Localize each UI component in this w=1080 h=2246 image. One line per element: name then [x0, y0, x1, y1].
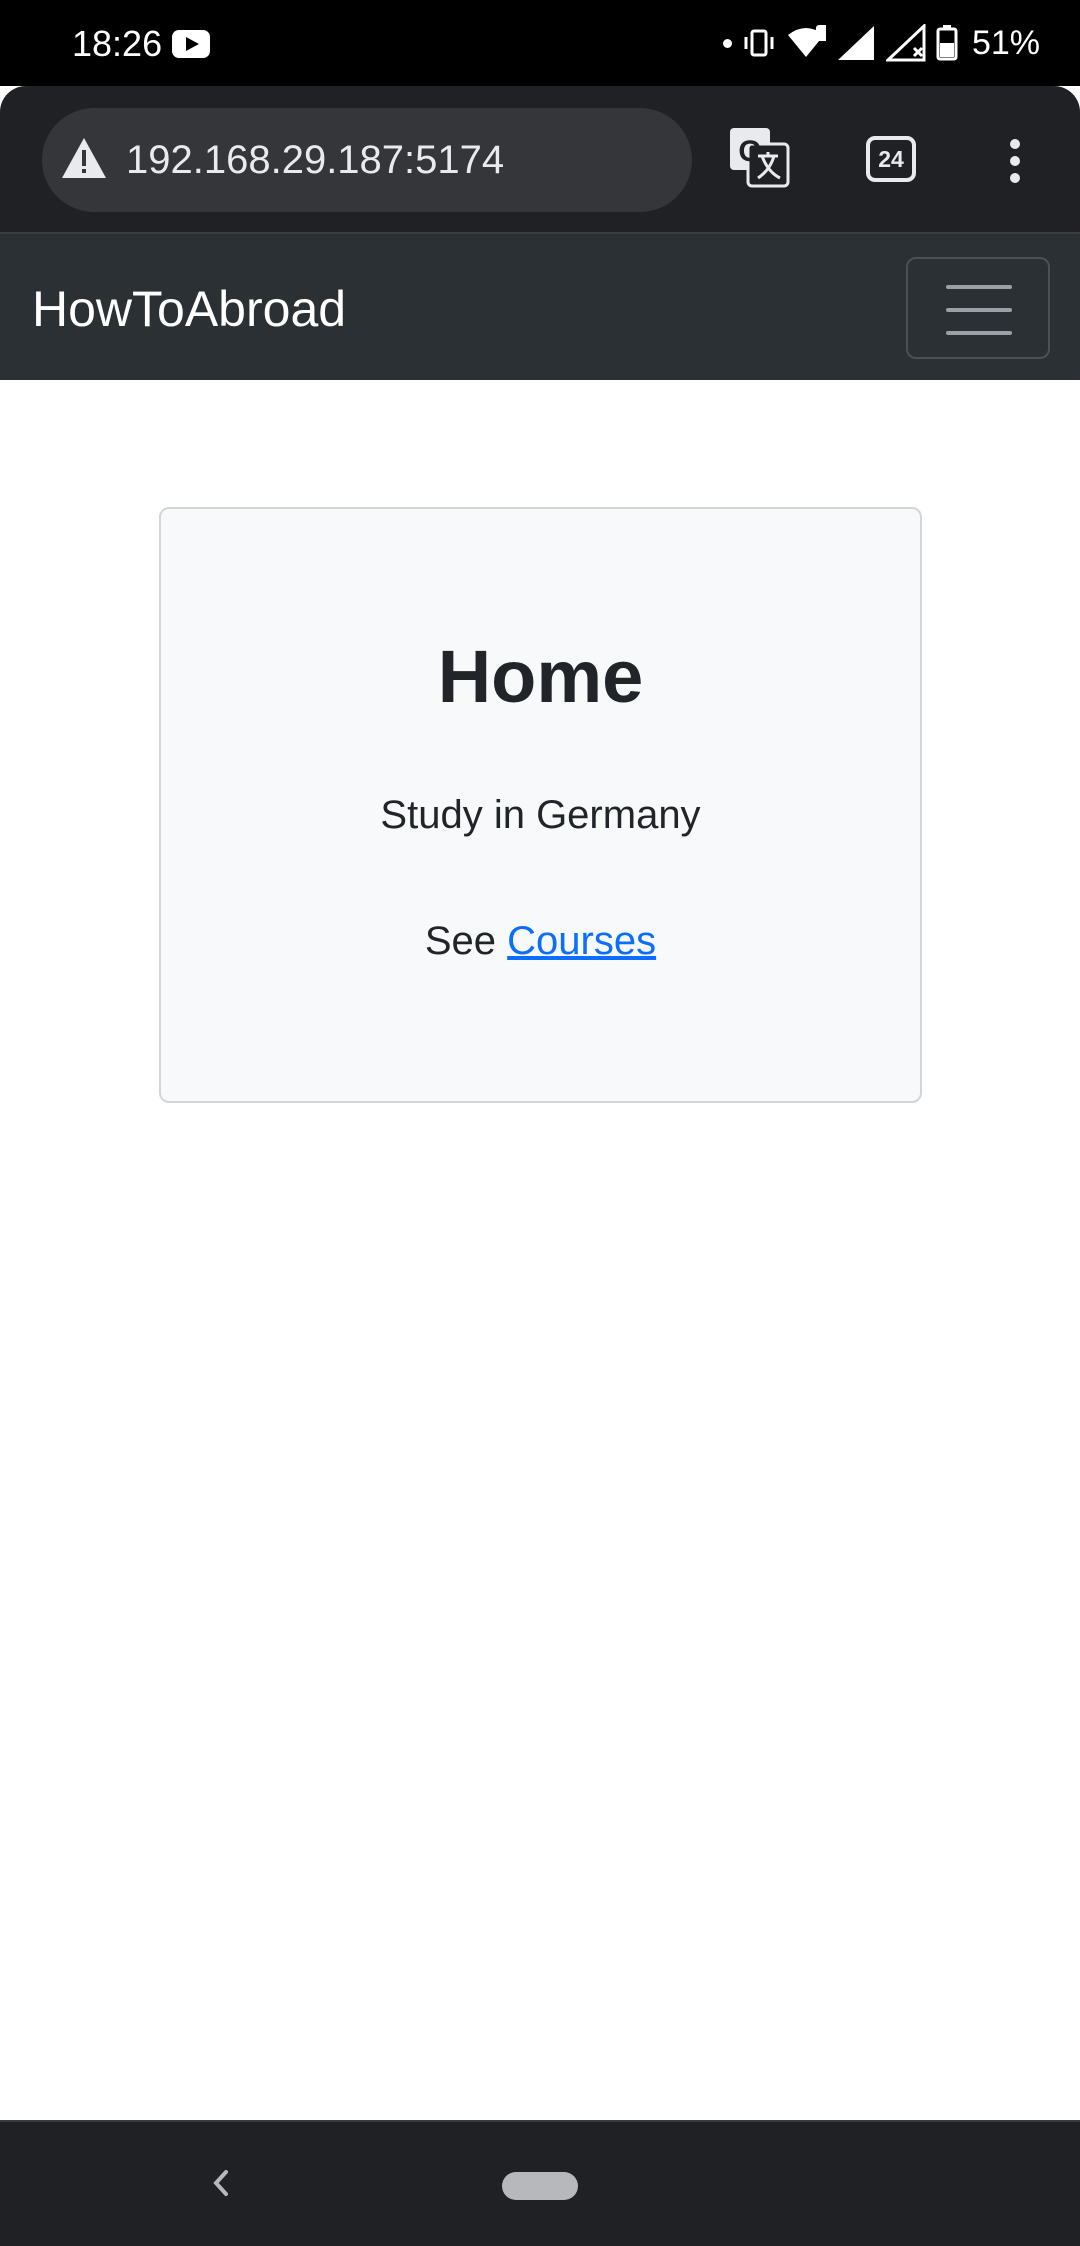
status-bar: 18:26 51% [0, 0, 1080, 86]
status-icons: 51% [722, 20, 1040, 66]
svg-text:G: G [738, 135, 761, 168]
signal-2-icon [885, 24, 926, 62]
page-subtitle: Study in Germany [380, 793, 701, 837]
home-card: Home Study in Germany See Courses [159, 507, 922, 1103]
signal-icon [837, 26, 874, 60]
courses-line: See Courses [161, 917, 920, 965]
address-bar[interactable]: 192.168.29.187:5174 [42, 108, 692, 212]
brand-link[interactable]: HowToAbroad [32, 280, 346, 338]
navbar-toggler[interactable] [906, 257, 1050, 359]
site-navbar: HowToAbroad [0, 234, 1080, 380]
notification-dot-icon [722, 38, 732, 48]
home-pill[interactable] [502, 2172, 578, 2200]
url-text[interactable]: 192.168.29.187:5174 [126, 136, 504, 184]
warning-icon[interactable] [60, 136, 108, 180]
vibrate-icon [744, 29, 774, 57]
hamburger-icon [946, 331, 1012, 335]
link-prefix: See [424, 919, 497, 963]
hamburger-icon [946, 285, 1012, 289]
more-vert-icon[interactable] [998, 138, 1032, 184]
tabs-button[interactable]: 24 [866, 136, 916, 182]
page-title: Home [437, 635, 644, 718]
system-nav-bar [0, 2120, 1080, 2246]
browser-toolbar: 192.168.29.187:5174 G 24 [0, 86, 1080, 234]
battery-icon [936, 25, 958, 61]
wifi-icon [787, 25, 826, 57]
status-time: 18:26 [72, 23, 163, 64]
battery-percent: 51% [971, 23, 1040, 62]
youtube-icon [172, 30, 210, 58]
hamburger-icon [946, 308, 1012, 312]
translate-icon[interactable]: G [728, 126, 790, 188]
courses-link[interactable]: Courses [507, 919, 656, 963]
back-icon[interactable] [206, 2162, 234, 2204]
